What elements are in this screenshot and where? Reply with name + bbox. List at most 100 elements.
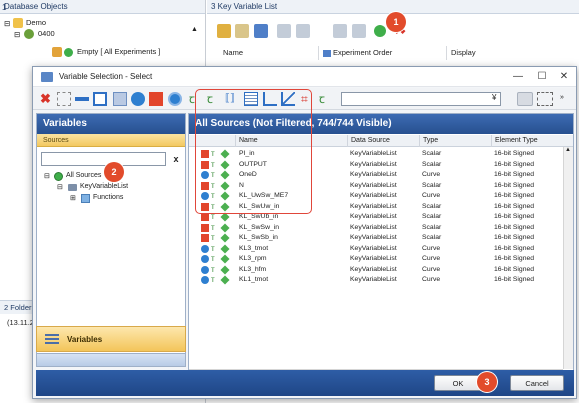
column-data-source[interactable]: Data Source — [347, 135, 419, 147]
tree-expander[interactable]: ⊞ — [70, 194, 76, 202]
table-row[interactable]: ᴛ KL_SwSb_in KeyVariableList Scalar 16-bit S… — [189, 233, 563, 244]
tree-expander[interactable]: ⊟ — [57, 183, 63, 191]
cell-type: Scalar — [422, 202, 442, 210]
folder-icon — [13, 18, 23, 28]
check-icon — [64, 48, 73, 57]
cell-type: Curve — [422, 244, 441, 252]
export-icon[interactable] — [333, 24, 347, 38]
table-row[interactable]: ᴛ KL1_tmot KeyVariableList Curve 16-bit Sign… — [189, 275, 563, 286]
table-row[interactable]: ᴛ KL3_hfm KeyVariableList Curve 16-bit Signe… — [189, 264, 563, 276]
cell-source: KeyVariableList — [350, 276, 397, 283]
key-variable-list-title: Key Variable List — [217, 2, 278, 11]
text-marker-icon: ᴛ — [211, 233, 215, 242]
table-row[interactable]: ᴛ KL3_tmot KeyVariableList Curve 16-bit Sign… — [189, 243, 563, 255]
add-group-icon[interactable] — [235, 24, 249, 38]
sort-icon[interactable] — [296, 24, 310, 38]
delete-x-icon[interactable]: ✖ — [40, 92, 54, 106]
scroll-up-arrow-icon[interactable]: ▲ — [191, 26, 198, 33]
cell-type: Curve — [422, 171, 441, 178]
tree-item-all-sources[interactable]: All Sources — [66, 172, 101, 179]
kvl-column-experiment-order[interactable]: Experiment Order — [319, 46, 447, 60]
cancel-button[interactable]: Cancel — [510, 375, 564, 391]
cell-name: KL_SwSb_in — [239, 234, 278, 241]
properties-icon[interactable] — [254, 24, 268, 38]
cell-element: 16-bit Signed — [494, 171, 535, 178]
column-element-type[interactable]: Element Type — [491, 135, 563, 147]
window-icon[interactable] — [517, 92, 533, 106]
variable-diamond-icon — [220, 233, 230, 243]
picture-icon[interactable] — [113, 92, 127, 106]
key-variable-list-pane: 3 Key Variable List ✖ Name Experiment Or… — [207, 0, 579, 70]
variables-footer[interactable]: Variables — [36, 326, 186, 352]
cell-source: KeyVariableList — [350, 192, 397, 199]
kvl-column-display[interactable]: Display — [447, 46, 579, 60]
circle-icon[interactable] — [131, 92, 145, 106]
tree-item-empty-all-experiments[interactable]: Empty [ All Experiments ] — [77, 47, 160, 56]
cell-element: 16-bit Signed — [494, 223, 535, 231]
kvl-column-name[interactable]: Name — [219, 46, 319, 60]
cell-name: KL3_tmot — [239, 244, 269, 252]
tree-expander[interactable]: ⊟ — [44, 172, 50, 180]
table-row[interactable]: ᴛ KL_SwSw_in KeyVariableList Scalar 16-bit S… — [189, 222, 563, 234]
layout-icon[interactable] — [537, 92, 553, 106]
rectangle-icon[interactable] — [93, 92, 107, 106]
tree-expander[interactable]: ⊟ — [4, 19, 10, 28]
cell-element: 16-bit Signed — [494, 234, 535, 241]
import-icon[interactable] — [352, 24, 366, 38]
add-green-icon[interactable] — [374, 25, 386, 37]
text-marker-icon: ᴛ — [211, 254, 215, 263]
cell-name: KL1_tmot — [239, 276, 269, 283]
add-variable-icon[interactable] — [217, 24, 231, 38]
tree-item-demo[interactable]: Demo — [26, 18, 46, 27]
scalar-icon — [201, 213, 209, 221]
table-row[interactable]: ᴛ KL3_rpm KeyVariableList Curve 16-bit Signe… — [189, 254, 563, 265]
cell-source: KeyVariableList — [350, 213, 397, 220]
cell-source: KeyVariableList — [350, 244, 397, 252]
vertical-scrollbar[interactable]: ▲ — [563, 147, 573, 369]
clear-filter-button[interactable]: x — [168, 152, 184, 166]
cursor-icon[interactable]: ꞇ — [319, 92, 333, 106]
dialog-app-icon — [41, 72, 53, 82]
select-region-icon[interactable] — [57, 92, 71, 106]
folder-value: (13.11.2 — [7, 318, 34, 327]
scalar-icon — [201, 234, 209, 242]
maximize-button[interactable]: ☐ — [533, 70, 551, 84]
curve-icon — [201, 265, 209, 274]
cell-type: Scalar — [422, 160, 442, 168]
column-type[interactable]: Type — [419, 135, 491, 147]
scroll-up-icon[interactable]: ▲ — [565, 147, 571, 153]
line-icon[interactable] — [75, 97, 89, 101]
source-filter-input[interactable] — [41, 152, 166, 166]
minimize-button[interactable]: — — [509, 70, 527, 84]
close-button[interactable]: ✕ — [555, 70, 573, 84]
cell-source: KeyVariableList — [350, 181, 397, 189]
scalar-icon[interactable] — [149, 92, 163, 106]
cell-element: 16-bit Signed — [494, 255, 535, 262]
toolbar-overflow-icon[interactable]: » — [560, 94, 564, 101]
cell-type: Scalar — [422, 234, 442, 241]
ok-button[interactable]: OK — [434, 375, 482, 391]
order-icon — [323, 49, 331, 57]
cell-source: KeyVariableList — [350, 265, 397, 273]
sources-bar[interactable]: Sources — [37, 134, 185, 147]
tree-item-key-variable-list[interactable]: KeyVariableList — [80, 183, 128, 190]
tree-item-0400[interactable]: 0400 — [38, 29, 55, 38]
variable-diamond-icon — [220, 222, 230, 233]
gauge-icon[interactable] — [168, 92, 182, 106]
dialog-title: Variable Selection - Select — [59, 72, 153, 81]
combo-dropdown-icon[interactable]: ¥ — [492, 93, 496, 102]
cell-type: Scalar — [422, 223, 442, 231]
tree-expander[interactable]: ⊟ — [14, 30, 20, 39]
text-marker-icon: ᴛ — [211, 243, 215, 253]
cell-type: Curve — [422, 265, 441, 273]
empty-experiment-icon — [52, 47, 62, 57]
tree-item-functions[interactable]: Functions — [93, 194, 123, 201]
kvl-index: 3 — [211, 2, 218, 11]
cell-source: KeyVariableList — [350, 223, 397, 231]
cell-type: Curve — [422, 192, 441, 199]
text-marker-icon: ᴛ — [211, 222, 215, 232]
move-icon[interactable] — [277, 24, 291, 38]
step-badge-2: 2 — [104, 162, 124, 182]
functions-icon — [81, 194, 90, 203]
toolbar-combo[interactable] — [341, 92, 501, 106]
